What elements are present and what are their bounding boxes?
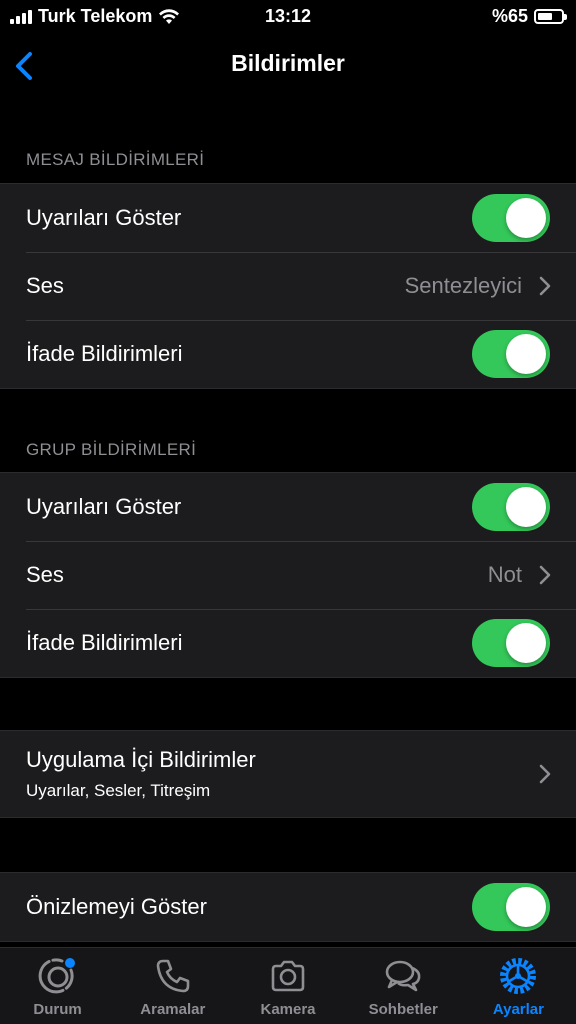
message-sound-value: Sentezleyici: [404, 273, 522, 298]
group-notifications-group: Uyarıları Göster Ses Not İfade Bildiriml…: [0, 472, 576, 678]
notifications-screen: Turk Telekom 13:12 %65 Bildirimler MESAJ…: [0, 0, 576, 1024]
show-preview-label: Önizlemeyi Göster: [26, 894, 207, 919]
group-show-alerts-label: Uyarıları Göster: [26, 494, 182, 519]
toggle-knob: [506, 623, 546, 663]
message-sound-row[interactable]: Ses Sentezleyici: [0, 252, 576, 320]
navigation-bar: Bildirimler: [0, 34, 576, 96]
gear-icon: [500, 958, 537, 994]
message-sound-label: Ses: [26, 273, 64, 298]
clock: 13:12: [264, 6, 312, 26]
tab-label: Aramalar: [140, 1001, 206, 1018]
toggle-knob: [506, 887, 546, 927]
toggle-knob: [506, 198, 546, 238]
message-notifications-group: Uyarıları Göster Ses Sentezleyici İfade …: [0, 183, 576, 389]
group-sound-label: Ses: [26, 562, 64, 587]
tab-kamera[interactable]: Kamera: [230, 948, 345, 1024]
toggle-knob: [506, 334, 546, 374]
chevron-right-icon: [539, 565, 551, 585]
in-app-notifications-row[interactable]: Uygulama İçi Bildirimler Uyarılar, Sesle…: [0, 731, 576, 817]
tab-label: Sohbetler: [368, 1001, 438, 1018]
message-show-alerts-row: Uyarıları Göster: [0, 184, 576, 252]
message-show-alerts-toggle[interactable]: [472, 194, 550, 242]
group-sound-value: Not: [487, 562, 522, 587]
battery-level: [538, 13, 552, 20]
tab-bar: Durum Aramalar Kamera Sohbetler Ayarlar: [0, 947, 576, 1024]
group-reaction-label: İfade Bildirimleri: [26, 630, 183, 655]
tab-aramalar[interactable]: Aramalar: [115, 948, 230, 1024]
preview-group: Önizlemeyi Göster: [0, 872, 576, 942]
group-reaction-row: İfade Bildirimleri: [0, 609, 576, 677]
message-reaction-row: İfade Bildirimleri: [0, 320, 576, 388]
group-show-alerts-row: Uyarıları Göster: [0, 473, 576, 541]
message-notifications-header: MESAJ BİLDİRİMLERİ: [26, 150, 205, 169]
toggle-knob: [506, 487, 546, 527]
tab-label: Durum: [33, 1001, 82, 1018]
tab-sohbetler[interactable]: Sohbetler: [346, 948, 461, 1024]
page-title: Bildirimler: [231, 50, 345, 76]
status-icon: [38, 958, 75, 994]
tab-label: Kamera: [260, 1001, 316, 1018]
show-preview-toggle[interactable]: [472, 883, 550, 931]
camera-icon: [271, 960, 305, 992]
group-reaction-toggle[interactable]: [472, 619, 550, 667]
message-reaction-label: İfade Bildirimleri: [26, 341, 183, 366]
tab-label: Ayarlar: [492, 1001, 544, 1018]
chevron-right-icon: [539, 276, 551, 296]
tab-ayarlar[interactable]: Ayarlar: [461, 948, 576, 1024]
chevron-right-icon: [539, 764, 551, 784]
group-notifications-header: GRUP BİLDİRİMLERİ: [26, 440, 197, 459]
status-bar: Turk Telekom 13:12 %65: [0, 0, 576, 34]
group-sound-row[interactable]: Ses Not: [0, 541, 576, 609]
chat-bubbles-icon: [385, 960, 421, 992]
in-app-notifications-label: Uygulama İçi Bildirimler: [26, 747, 256, 772]
in-app-notifications-group: Uygulama İçi Bildirimler Uyarılar, Sesle…: [0, 730, 576, 818]
in-app-notifications-subtitle: Uyarılar, Sesler, Titreşim: [26, 781, 211, 800]
message-show-alerts-label: Uyarıları Göster: [26, 205, 182, 230]
phone-icon: [156, 959, 190, 993]
message-reaction-toggle[interactable]: [472, 330, 550, 378]
battery-percentage: %65: [491, 6, 528, 26]
battery-group: %65: [491, 6, 567, 27]
show-preview-row: Önizlemeyi Göster: [0, 873, 576, 941]
tab-durum[interactable]: Durum: [0, 948, 115, 1024]
group-show-alerts-toggle[interactable]: [472, 483, 550, 531]
battery-icon: [534, 9, 567, 24]
